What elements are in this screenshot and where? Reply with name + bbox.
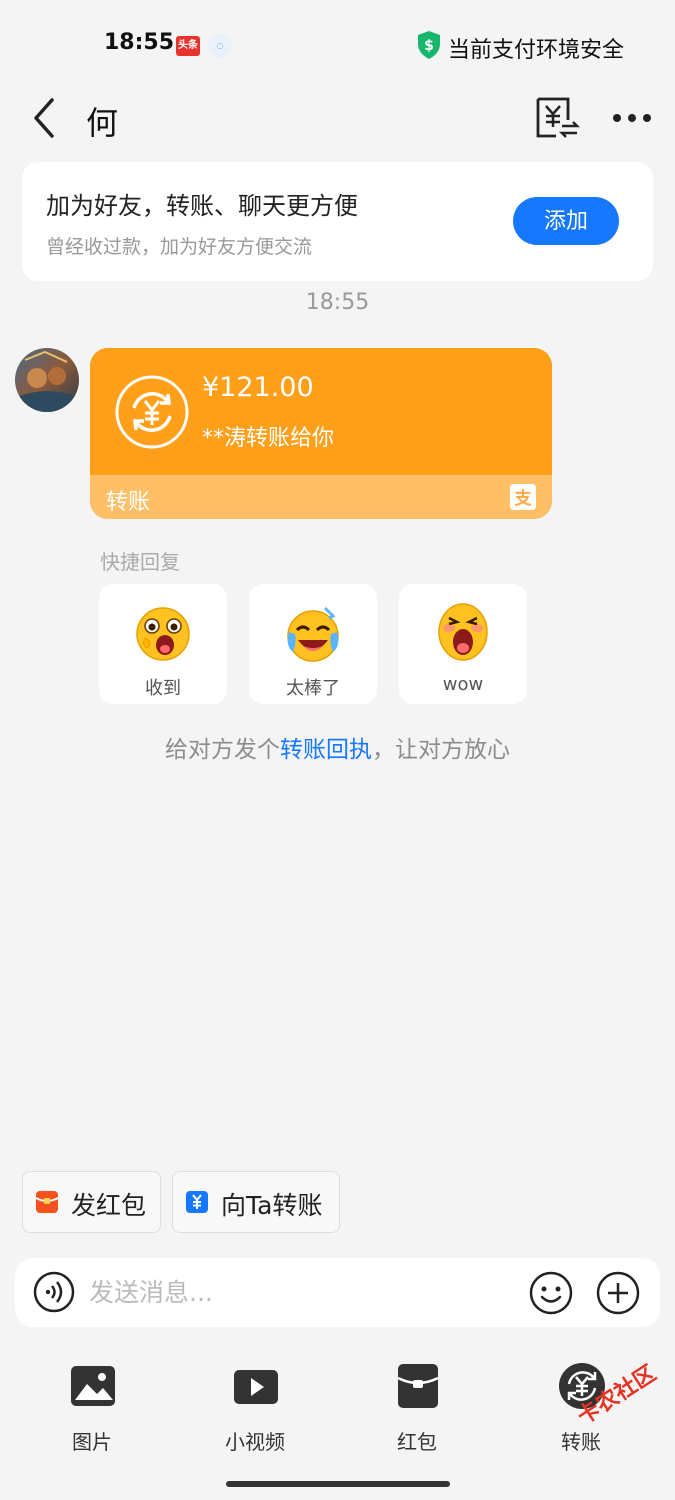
quick-reply-label: 收到: [145, 678, 181, 699]
transfer-sender-text: **涛转账给你: [202, 426, 335, 451]
add-friend-card: 加为好友，转账、聊天更方便 曾经收过款，加为好友方便交流 添加: [22, 162, 653, 281]
red-packet-icon: [35, 1191, 59, 1213]
home-indicator[interactable]: [226, 1481, 450, 1487]
receipt-hint-suffix: ，让对方放心: [372, 737, 510, 763]
svg-text:支: 支: [515, 488, 533, 509]
tool-red-packet[interactable]: 红包: [362, 1362, 472, 1462]
red-packet-icon: [397, 1364, 439, 1408]
receipt-link[interactable]: 转账回执: [280, 737, 372, 763]
security-status-text: 当前支付环境安全: [448, 38, 625, 63]
transfer-message-bubble[interactable]: ¥121.00 **涛转账给你 转账 支: [90, 348, 552, 519]
quick-reply-wow[interactable]: wow: [399, 584, 527, 704]
quick-reply-label: 太棒了: [286, 678, 340, 699]
crying-laughing-emoji-icon: [287, 606, 339, 662]
receipt-hint: 给对方发个转账回执，让对方放心: [0, 730, 675, 764]
voice-icon[interactable]: [33, 1271, 75, 1313]
tool-label: 转账: [561, 1430, 601, 1454]
add-friend-subtitle: 曾经收过款，加为好友方便交流: [46, 236, 313, 258]
message-input-bar: [15, 1258, 660, 1327]
quick-reply-great[interactable]: 太棒了: [249, 584, 377, 704]
transfer-yuan-icon: [115, 375, 189, 449]
wow-emoji-icon: [438, 603, 488, 661]
receipt-hint-prefix: 给对方发个: [165, 737, 280, 763]
quick-reply-received[interactable]: 收到: [99, 584, 227, 704]
quick-reply-label: wow: [442, 674, 484, 695]
chip-label: 发红包: [71, 1191, 147, 1220]
message-input[interactable]: [89, 1272, 509, 1312]
bill-transfer-icon[interactable]: [534, 96, 580, 140]
add-friend-button[interactable]: 添加: [513, 197, 619, 245]
tool-image[interactable]: 图片: [37, 1362, 147, 1462]
video-icon: [234, 1370, 278, 1404]
send-red-packet-chip[interactable]: 发红包: [22, 1171, 161, 1233]
contact-name: 何: [86, 104, 119, 142]
notification-app-icon: ◌: [208, 34, 232, 58]
plus-icon[interactable]: [596, 1271, 640, 1315]
transfer-bubble-footer: [90, 475, 552, 519]
back-icon[interactable]: [28, 96, 62, 140]
shocked-emoji-icon: [136, 607, 190, 661]
quick-reply-title: 快捷回复: [100, 550, 180, 574]
transfer-to-ta-chip[interactable]: 向Ta转账: [172, 1171, 340, 1233]
toutiao-app-icon: 头条: [176, 36, 200, 56]
alipay-icon: 支: [510, 484, 536, 510]
status-time: 18:55: [104, 30, 175, 55]
tool-label: 图片: [72, 1430, 112, 1454]
add-friend-title: 加为好友，转账、聊天更方便: [46, 192, 358, 220]
more-icon[interactable]: [612, 108, 652, 128]
svg-text:$: $: [424, 38, 434, 54]
avatar[interactable]: [15, 348, 79, 412]
yuan-transfer-icon: [186, 1191, 208, 1213]
transfer-amount: ¥121.00: [202, 372, 314, 403]
tool-video[interactable]: 小视频: [200, 1362, 310, 1462]
chip-label: 向Ta转账: [221, 1191, 323, 1220]
security-shield-icon: $: [418, 31, 440, 59]
chat-timestamp: 18:55: [305, 290, 370, 315]
image-icon: [71, 1366, 115, 1406]
tool-label: 红包: [397, 1430, 437, 1454]
tool-label: 小视频: [225, 1430, 285, 1454]
emoji-icon[interactable]: [529, 1271, 573, 1315]
status-bar: 18:55 头条 ◌ $ 当前支付环境安全: [0, 0, 675, 90]
transfer-type-label: 转账: [106, 490, 151, 515]
